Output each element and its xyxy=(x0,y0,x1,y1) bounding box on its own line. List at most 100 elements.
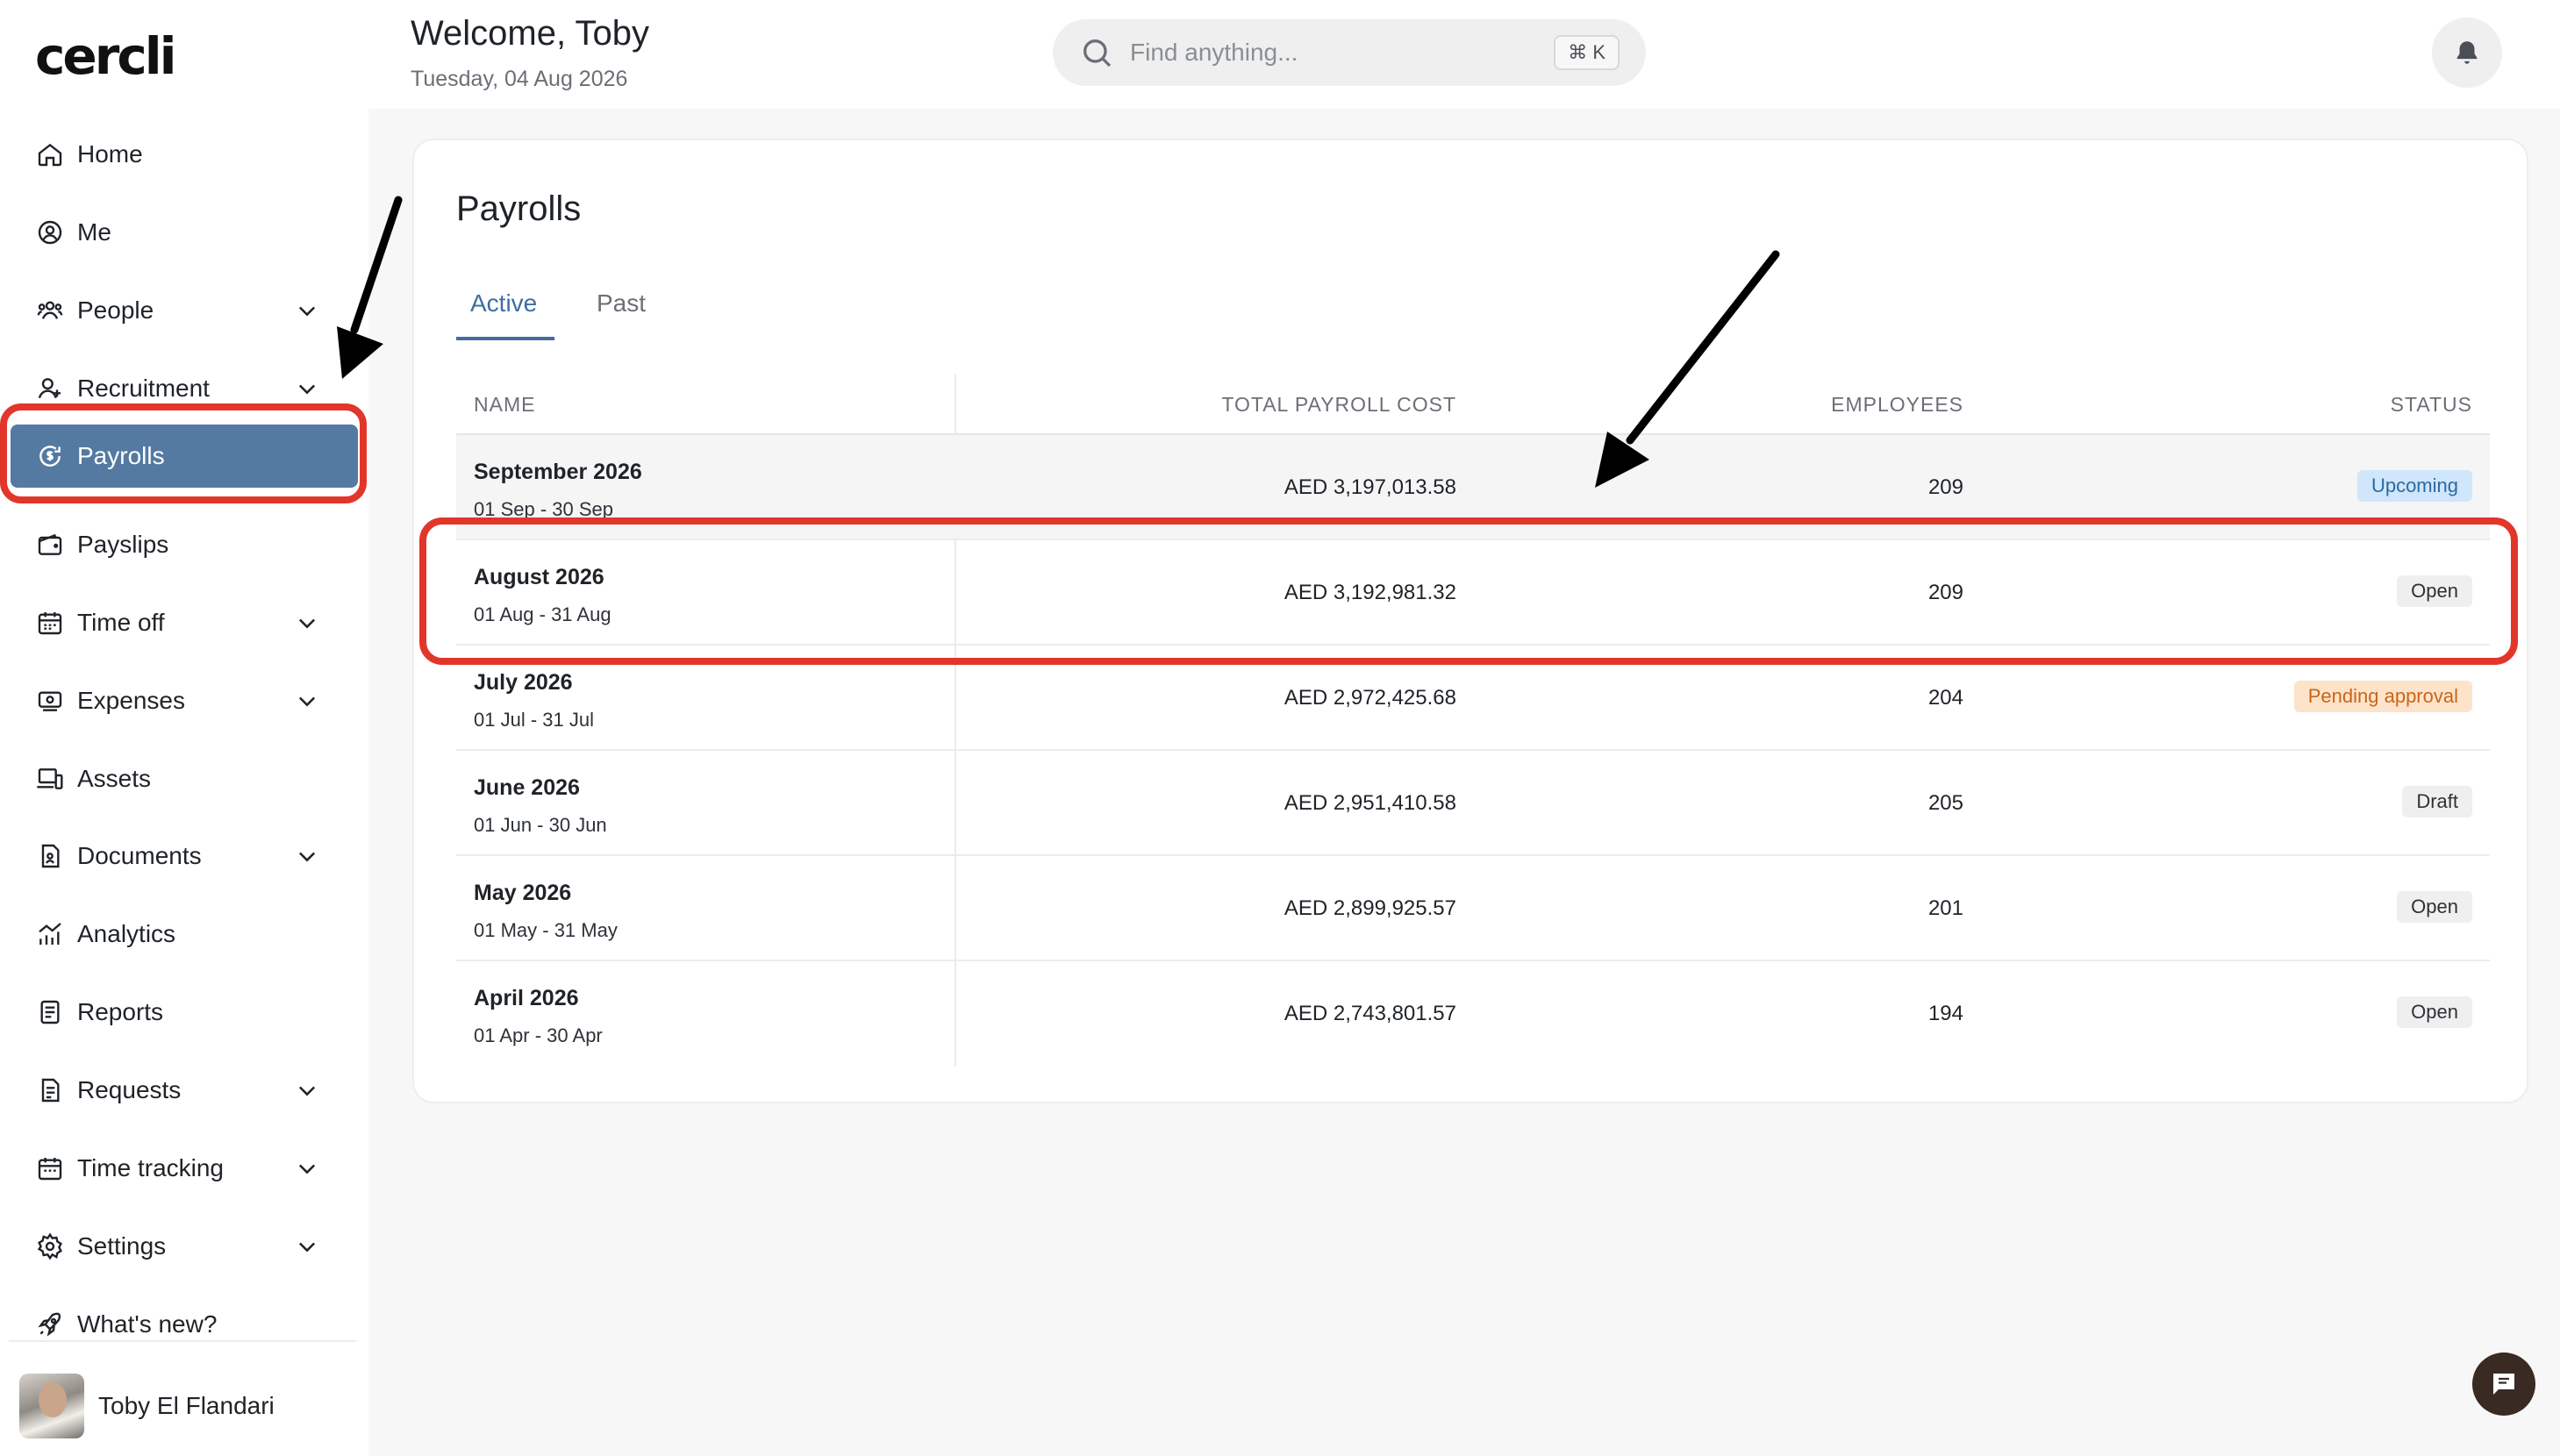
table-row[interactable]: September 2026 01 Sep - 30 Sep AED 3,197… xyxy=(456,435,2490,540)
home-icon xyxy=(35,139,65,169)
sidebar-item-label: Assets xyxy=(77,765,152,792)
sidebar-item-time-tracking[interactable]: Time tracking xyxy=(11,1137,358,1200)
status-badge: Upcoming xyxy=(2356,470,2472,502)
column-header-status[interactable]: STATUS xyxy=(2391,393,2472,417)
user-name: Toby El Flandari xyxy=(98,1392,275,1419)
payroll-name: July 2026 xyxy=(474,670,573,695)
sidebar-item-label: Payrolls xyxy=(77,442,165,469)
report-icon xyxy=(35,997,65,1027)
user-profile[interactable]: Toby El Flandari xyxy=(19,1374,275,1438)
table-row[interactable]: July 2026 01 Jul - 31 Jul AED 2,972,425.… xyxy=(456,646,2490,751)
calendar-icon xyxy=(35,608,65,638)
payroll-cost: AED 3,197,013.58 xyxy=(1284,475,1456,499)
recruitment-icon xyxy=(35,374,65,403)
sidebar-item-label: Me xyxy=(77,218,111,246)
sidebar-item-label: People xyxy=(77,296,154,324)
payroll-icon xyxy=(35,441,65,471)
sidebar-item-payslips[interactable]: Payslips xyxy=(11,513,358,576)
search-shortcut-badge: ⌘ K xyxy=(1554,35,1620,70)
payroll-range: 01 Apr - 30 Apr xyxy=(474,1024,603,1046)
payroll-range: 01 Sep - 30 Sep xyxy=(474,498,614,520)
sidebar-divider xyxy=(9,1340,356,1342)
welcome-heading: Welcome, Toby xyxy=(411,14,649,53)
payroll-name: May 2026 xyxy=(474,881,572,905)
sidebar-item-reports[interactable]: Reports xyxy=(11,981,358,1044)
table-row[interactable]: April 2026 01 Apr - 30 Apr AED 2,743,801… xyxy=(456,961,2490,1067)
tab-active[interactable]: Active xyxy=(470,289,537,318)
sidebar-item-documents[interactable]: Documents xyxy=(11,824,358,888)
sidebar-item-label: Time tracking xyxy=(77,1154,225,1181)
payroll-range: 01 May - 31 May xyxy=(474,919,618,941)
sidebar-item-whats-new[interactable]: What's new? xyxy=(11,1293,358,1356)
payroll-cost: AED 2,951,410.58 xyxy=(1284,791,1456,815)
sidebar-item-home[interactable]: Home xyxy=(11,123,358,186)
search-input[interactable] xyxy=(1130,39,1534,67)
column-header-employees[interactable]: EMPLOYEES xyxy=(1831,393,1963,417)
sidebar-item-expenses[interactable]: Expenses xyxy=(11,669,358,732)
sidebar-item-recruitment[interactable]: Recruitment xyxy=(11,357,358,420)
sidebar-item-label: Reports xyxy=(77,998,164,1025)
app-logo[interactable]: cercli xyxy=(35,26,176,86)
sidebar-item-label: Requests xyxy=(77,1076,182,1103)
page-title: Payrolls xyxy=(456,189,582,228)
sidebar-item-payrolls[interactable]: Payrolls xyxy=(11,425,358,488)
chevron-down-icon[interactable] xyxy=(295,689,319,713)
column-header-name[interactable]: NAME xyxy=(474,393,535,417)
chevron-down-icon[interactable] xyxy=(295,1078,319,1103)
sidebar-item-me[interactable]: Me xyxy=(11,201,358,264)
chevron-down-icon[interactable] xyxy=(295,1234,319,1259)
sidebar: cercli Home Me People Recruitment Payrol… xyxy=(0,0,368,1456)
people-icon xyxy=(35,296,65,325)
requests-icon xyxy=(35,1075,65,1105)
payroll-name: August 2026 xyxy=(474,565,604,589)
sidebar-item-label: Recruitment xyxy=(77,375,210,402)
devices-icon xyxy=(35,764,65,794)
chevron-down-icon[interactable] xyxy=(295,298,319,323)
top-bar: Welcome, Toby Tuesday, 04 Aug 2026 ⌘ K xyxy=(368,0,2560,109)
notifications-button[interactable] xyxy=(2432,18,2502,88)
payrolls-card: Payrolls Active Past NAME TOTAL PAYROLL … xyxy=(412,139,2528,1103)
chevron-down-icon[interactable] xyxy=(295,844,319,868)
sidebar-item-label: Home xyxy=(77,140,143,168)
search-bar[interactable]: ⌘ K xyxy=(1053,19,1646,86)
user-circle-icon xyxy=(35,218,65,247)
column-header-cost[interactable]: TOTAL PAYROLL COST xyxy=(1221,393,1456,417)
sidebar-item-people[interactable]: People xyxy=(11,279,358,342)
gear-icon xyxy=(35,1231,65,1261)
sidebar-item-requests[interactable]: Requests xyxy=(11,1059,358,1122)
sidebar-item-assets[interactable]: Assets xyxy=(11,747,358,810)
sidebar-item-label: Settings xyxy=(77,1232,167,1260)
sidebar-item-analytics[interactable]: Analytics xyxy=(11,903,358,966)
status-badge: Open xyxy=(2397,996,2472,1028)
table-row[interactable]: May 2026 01 May - 31 May AED 2,899,925.5… xyxy=(456,856,2490,961)
sidebar-item-settings[interactable]: Settings xyxy=(11,1215,358,1278)
table-row[interactable]: June 2026 01 Jun - 30 Jun AED 2,951,410.… xyxy=(456,751,2490,856)
payroll-range: 01 Jul - 31 Jul xyxy=(474,709,594,731)
chevron-down-icon[interactable] xyxy=(295,376,319,401)
payroll-employees: 209 xyxy=(1927,475,1963,499)
chat-icon xyxy=(2493,1374,2514,1395)
sidebar-item-label: Analytics xyxy=(77,920,176,947)
payroll-name: September 2026 xyxy=(474,460,642,484)
payroll-cost: AED 2,743,801.57 xyxy=(1284,1002,1456,1025)
current-date: Tuesday, 04 Aug 2026 xyxy=(411,67,628,91)
chevron-down-icon[interactable] xyxy=(295,1156,319,1181)
payroll-cost: AED 2,899,925.57 xyxy=(1284,896,1456,920)
payroll-name: June 2026 xyxy=(474,775,580,800)
chevron-down-icon[interactable] xyxy=(295,610,319,635)
chat-support-button[interactable] xyxy=(2472,1353,2535,1416)
payroll-range: 01 Jun - 30 Jun xyxy=(474,814,607,836)
payroll-cost: AED 3,192,981.32 xyxy=(1284,581,1456,604)
payroll-employees: 209 xyxy=(1927,581,1963,604)
payroll-range: 01 Aug - 31 Aug xyxy=(474,603,611,625)
bell-icon xyxy=(2456,41,2478,64)
avatar[interactable] xyxy=(19,1374,84,1438)
analytics-icon xyxy=(35,919,65,949)
payroll-name: April 2026 xyxy=(474,986,579,1010)
sidebar-item-time-off[interactable]: Time off xyxy=(11,591,358,654)
table-row[interactable]: August 2026 01 Aug - 31 Aug AED 3,192,98… xyxy=(456,540,2490,646)
time-tracking-icon xyxy=(35,1153,65,1183)
sidebar-item-label: Expenses xyxy=(77,687,185,714)
receipt-icon xyxy=(35,686,65,716)
tab-past[interactable]: Past xyxy=(597,289,646,318)
